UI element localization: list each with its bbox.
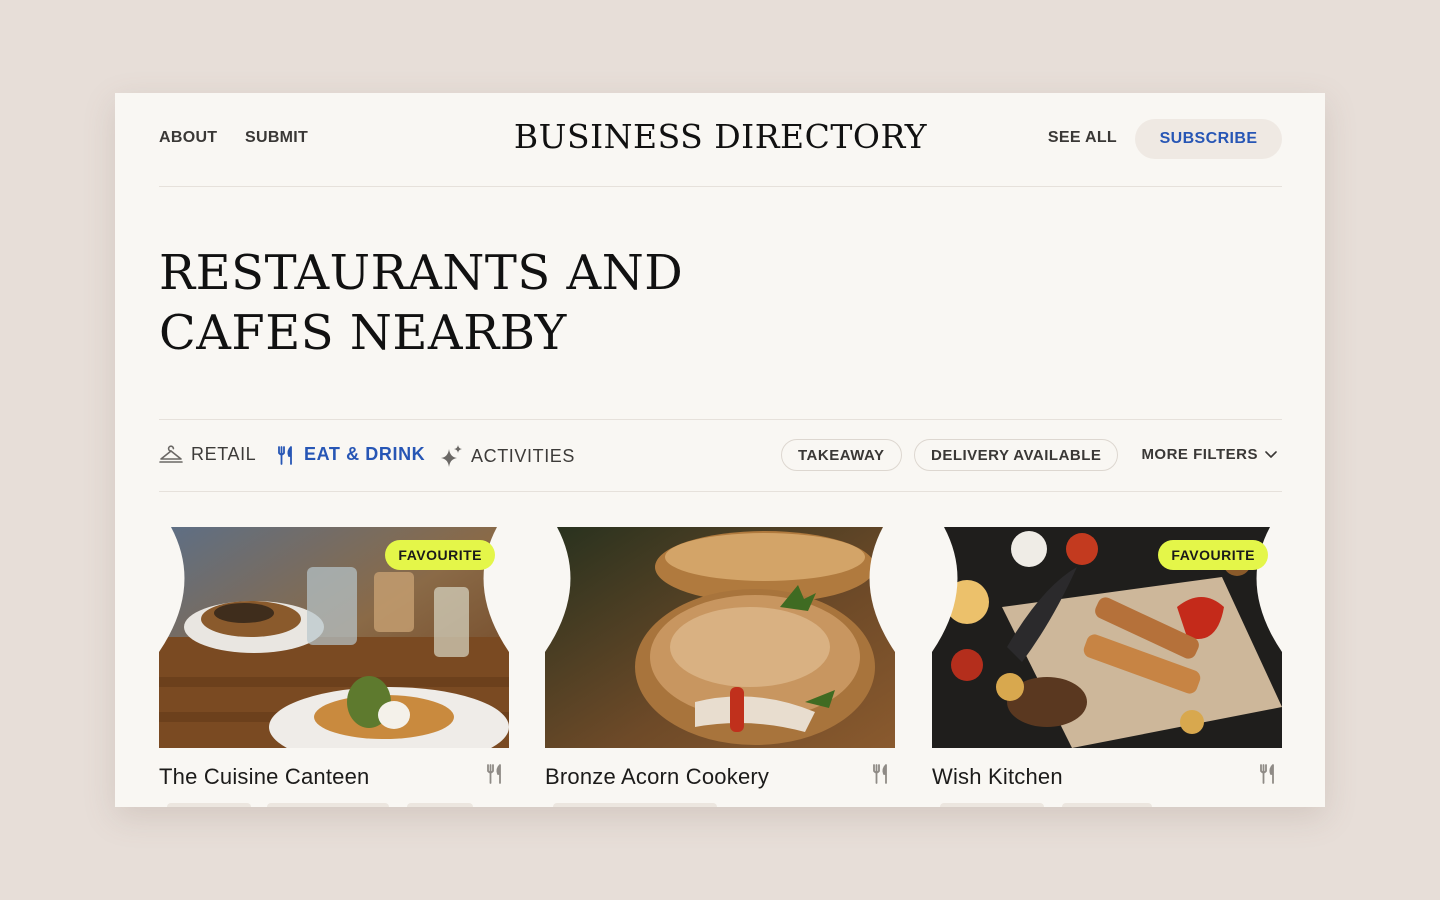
- tag-placeholder: [167, 803, 251, 807]
- more-filters-dropdown[interactable]: MORE FILTERS: [1141, 446, 1278, 463]
- listing-photo[interactable]: FAVOURITE: [159, 527, 509, 748]
- listing-photo[interactable]: [545, 527, 895, 748]
- filter-bar: RETAIL EAT & DRINK ACTIVITIES TAKEAWAY D…: [159, 419, 1282, 492]
- sparkle-icon: [439, 444, 463, 468]
- favourite-badge: FAVOURITE: [385, 540, 495, 570]
- listing-card[interactable]: FAVOURITE The Cuisine Canteen: [159, 527, 509, 807]
- fork-knife-icon: [485, 763, 505, 790]
- tag-placeholder: [553, 803, 717, 807]
- content-area: ABOUT SUBMIT BUSINESS DIRECTORY SEE ALL …: [159, 93, 1282, 807]
- category-tab-retail[interactable]: RETAIL: [159, 444, 256, 465]
- nav-submit-link[interactable]: SUBMIT: [245, 129, 308, 147]
- top-nav: ABOUT SUBMIT BUSINESS DIRECTORY SEE ALL …: [159, 93, 1282, 187]
- category-tab-activities[interactable]: ACTIVITIES: [439, 444, 575, 468]
- listing-title[interactable]: Wish Kitchen: [932, 764, 1063, 790]
- brand-logo[interactable]: BUSINESS DIRECTORY: [514, 117, 927, 156]
- filter-chip-delivery[interactable]: DELIVERY AVAILABLE: [914, 439, 1119, 471]
- listing-card[interactable]: FAVOURITE Wish Kitchen: [932, 527, 1282, 807]
- tag-placeholder: [940, 803, 1044, 807]
- chevron-down-icon: [1264, 446, 1278, 463]
- fork-knife-icon: [871, 763, 891, 790]
- hanger-icon: [159, 444, 183, 465]
- fork-knife-icon: [276, 445, 296, 465]
- fork-knife-icon: [1258, 763, 1278, 790]
- listing-title[interactable]: The Cuisine Canteen: [159, 764, 369, 790]
- favourite-badge: FAVOURITE: [1158, 540, 1268, 570]
- nav-about-link[interactable]: ABOUT: [159, 129, 217, 147]
- directory-card: ABOUT SUBMIT BUSINESS DIRECTORY SEE ALL …: [115, 93, 1325, 807]
- tag-placeholder: [267, 803, 389, 807]
- more-filters-label: MORE FILTERS: [1141, 446, 1258, 463]
- tag-placeholder: [407, 803, 473, 807]
- category-tab-eat-drink[interactable]: EAT & DRINK: [276, 444, 425, 465]
- category-label: RETAIL: [191, 444, 257, 464]
- listing-card[interactable]: Bronze Acorn Cookery: [545, 527, 895, 807]
- listing-photo[interactable]: FAVOURITE: [932, 527, 1282, 748]
- category-label: ACTIVITIES: [471, 445, 576, 466]
- filter-chip-takeaway[interactable]: TAKEAWAY: [781, 439, 902, 471]
- subscribe-button[interactable]: SUBSCRIBE: [1135, 119, 1282, 159]
- nav-see-all-link[interactable]: SEE ALL: [1048, 129, 1117, 147]
- listing-title[interactable]: Bronze Acorn Cookery: [545, 764, 769, 790]
- page-title: RESTAURANTS AND CAFES NEARBY: [159, 245, 684, 361]
- category-label: EAT & DRINK: [304, 444, 426, 464]
- tag-placeholder: [1062, 803, 1152, 807]
